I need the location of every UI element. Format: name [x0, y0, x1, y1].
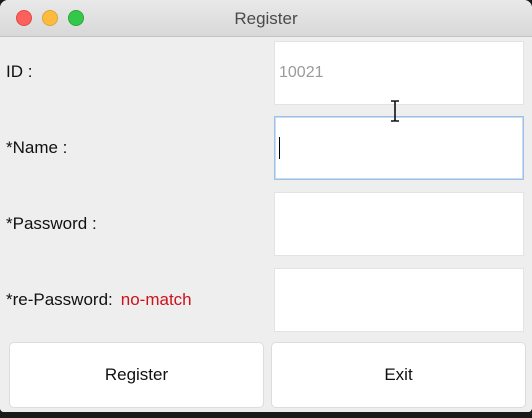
password-mismatch-warning: no-match	[120, 290, 192, 309]
register-button[interactable]: Register	[9, 342, 264, 408]
text-cursor-icon	[391, 100, 399, 122]
password-field-box[interactable]	[274, 192, 524, 256]
register-form: ID : *Name : *Password : *re-Password: no…	[0, 37, 532, 412]
text-caret	[279, 137, 280, 159]
repassword-label-row: *re-Password: no-match	[6, 290, 192, 310]
name-field[interactable]	[275, 117, 523, 179]
repassword-label: *re-Password:	[6, 290, 113, 309]
name-field-box[interactable]	[274, 116, 524, 180]
title-bar[interactable]: Register	[0, 0, 532, 37]
register-window: Register ID : *Name : *Password : *re-Pa…	[0, 0, 532, 412]
id-label: ID :	[6, 62, 33, 81]
id-field-box[interactable]	[274, 41, 524, 105]
password-label: *Password :	[6, 214, 97, 233]
password-field[interactable]	[275, 193, 523, 255]
name-label: *Name :	[6, 138, 68, 157]
repassword-field-box[interactable]	[274, 268, 524, 332]
id-field[interactable]	[275, 42, 523, 104]
exit-button[interactable]: Exit	[271, 342, 526, 408]
window-title: Register	[234, 9, 298, 28]
repassword-field[interactable]	[275, 269, 523, 331]
